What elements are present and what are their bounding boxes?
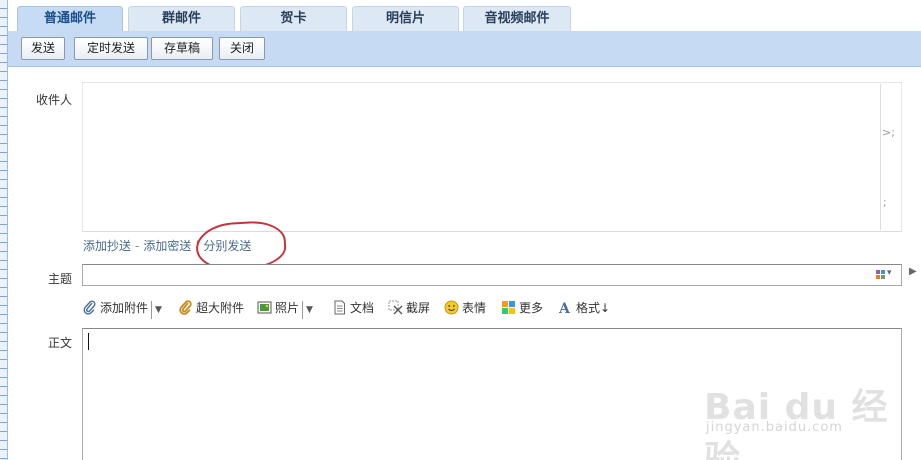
recipient-trail-2: ; — [883, 196, 887, 209]
link-separator: - — [135, 239, 140, 253]
close-button[interactable]: 关闭 — [219, 37, 265, 60]
format-button[interactable]: A 格式↓ — [558, 299, 610, 317]
photo-icon — [257, 300, 272, 315]
more-button[interactable]: 更多 — [501, 299, 543, 317]
font-format-icon: A — [558, 300, 573, 317]
photo-button[interactable]: 照片 ▼ — [257, 299, 313, 319]
watermark-logo: Bai du 经验 — [704, 387, 889, 460]
emoji-label: 表情 — [462, 301, 487, 315]
large-attachment-label: 超大附件 — [196, 301, 245, 315]
chevron-down-icon[interactable]: ▼ — [151, 301, 162, 319]
tab-av-mail[interactable]: 音视频邮件 — [463, 6, 571, 31]
tab-group-mail[interactable]: 群邮件 — [128, 6, 235, 31]
save-draft-button[interactable]: 存草稿 — [151, 37, 213, 60]
chevron-down-icon[interactable]: ▾ — [887, 268, 892, 278]
recipient-trail-1: >; — [882, 126, 895, 139]
large-paperclip-icon — [178, 300, 193, 315]
compose-toolbar: 发送 定时发送 存草稿 关闭 — [8, 31, 921, 67]
smiley-icon — [444, 300, 459, 315]
screenshot-button[interactable]: 截屏 — [388, 299, 430, 317]
screenshot-label: 截屏 — [406, 301, 431, 315]
document-icon — [332, 300, 347, 315]
emoji-button[interactable]: 表情 — [444, 299, 486, 317]
tab-normal-mail[interactable]: 普通邮件 — [17, 6, 123, 31]
format-label: 格式↓ — [576, 301, 611, 315]
mail-type-tabbar: 普通邮件 群邮件 贺卡 明信片 音视频邮件 — [8, 0, 921, 31]
apps-grid-icon — [501, 300, 516, 315]
text-cursor — [88, 333, 89, 350]
photo-label: 照片 — [275, 301, 300, 315]
paperclip-icon — [82, 300, 97, 315]
left-ruled-edge — [0, 0, 8, 460]
svg-text:A: A — [558, 301, 571, 315]
tab-greeting-card[interactable]: 贺卡 — [240, 6, 347, 31]
more-label: 更多 — [519, 301, 544, 315]
add-cc-link[interactable]: 添加抄送 — [83, 239, 131, 253]
subject-input[interactable] — [82, 264, 902, 286]
add-bcc-link[interactable]: 添加密送 — [143, 239, 191, 253]
recipient-input[interactable] — [82, 82, 902, 232]
add-attachment-label: 添加附件 — [100, 301, 149, 315]
body-label: 正文 — [48, 336, 73, 350]
chevron-down-icon[interactable]: ▼ — [302, 301, 313, 319]
tab-postcard[interactable]: 明信片 — [352, 6, 459, 31]
triangle-right-icon[interactable]: ▶ — [909, 266, 917, 277]
add-attachment-button[interactable]: 添加附件 ▼ — [82, 299, 162, 319]
subject-label: 主题 — [48, 272, 73, 286]
scheduled-send-button[interactable]: 定时发送 — [74, 37, 148, 60]
stationery-grid-icon[interactable] — [876, 270, 885, 279]
document-label: 文档 — [350, 301, 375, 315]
recipient-label: 收件人 — [36, 93, 73, 107]
send-button[interactable]: 发送 — [21, 37, 65, 60]
document-button[interactable]: 文档 — [332, 299, 374, 317]
watermark-url: jingyan.baidu.com — [706, 420, 843, 435]
large-attachment-button[interactable]: 超大附件 — [178, 299, 244, 317]
scissors-icon — [388, 300, 403, 315]
